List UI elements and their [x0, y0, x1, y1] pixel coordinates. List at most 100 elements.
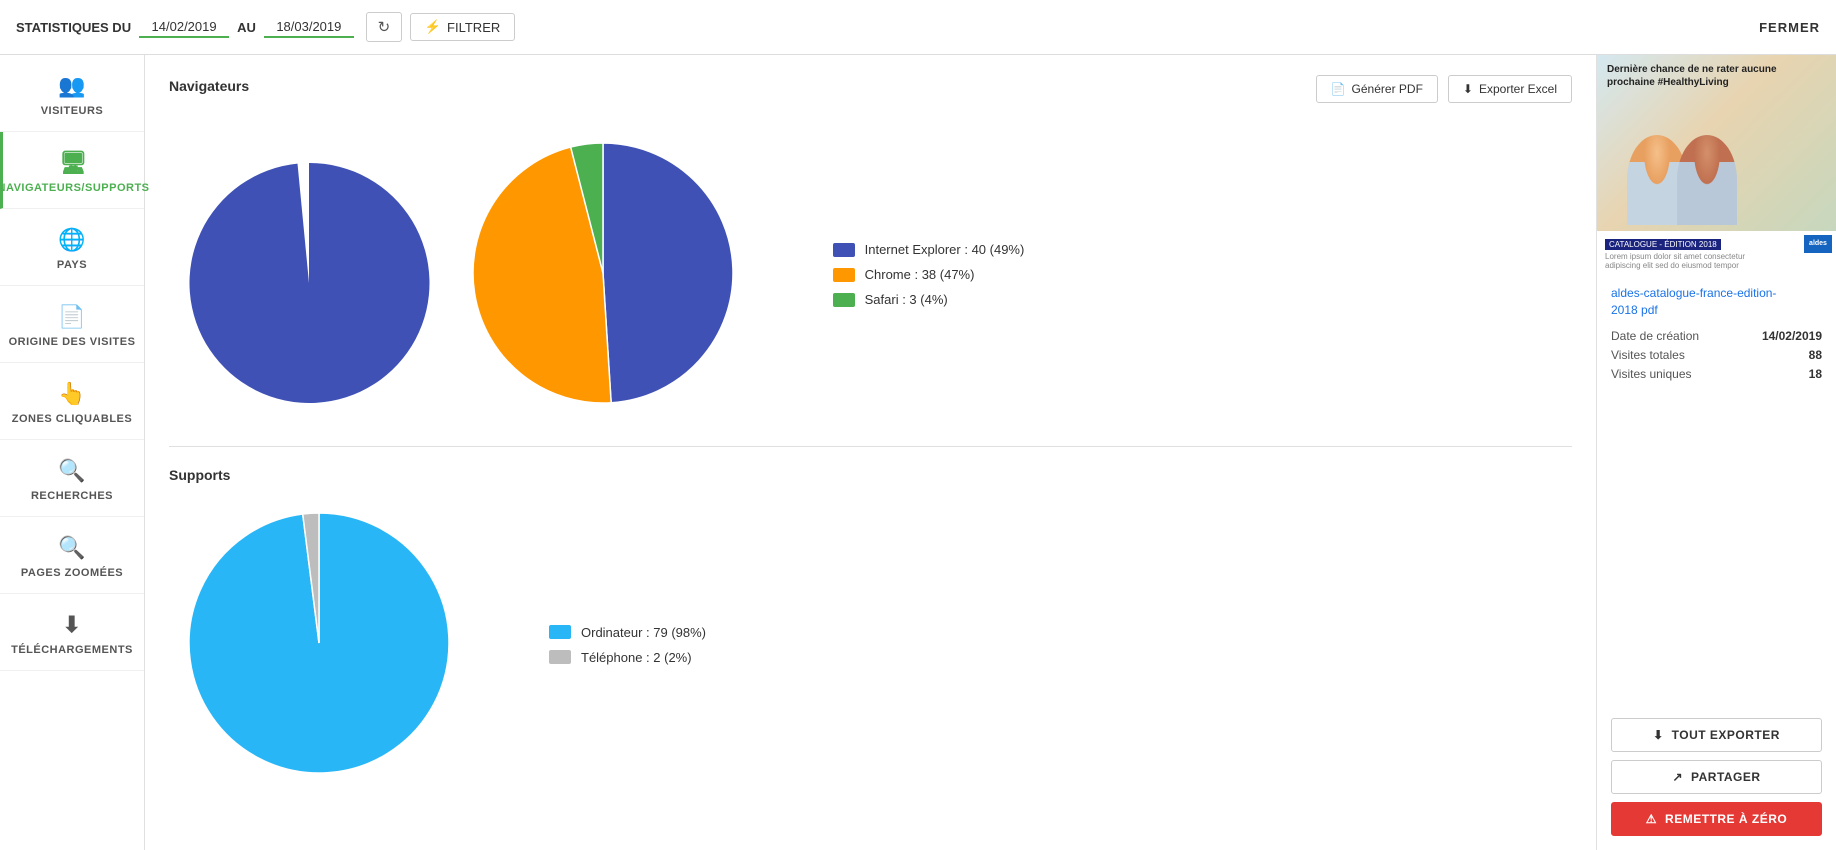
navigateurs-pie-chart — [169, 123, 753, 426]
au-label: AU — [237, 20, 256, 35]
sidebar-label-visiteurs: VISITEURS — [41, 105, 104, 117]
ie-color — [833, 243, 855, 257]
sidebar-label-navigateurs: NAVIGATEURS/SUPPORTS — [0, 182, 150, 194]
remettre-button[interactable]: ⚠ REMETTRE À ZÉRO — [1611, 802, 1822, 836]
navigateurs-chart-row: Internet Explorer : 40 (49%) Chrome : 38… — [169, 123, 1572, 426]
legend-item-chrome: Chrome : 38 (47%) — [833, 267, 1025, 282]
catalogue-badge: CATALOGUE - ÉDITION 2018 — [1605, 239, 1721, 250]
partager-label: PARTAGER — [1691, 770, 1761, 784]
tout-exporter-label: TOUT EXPORTER — [1672, 728, 1780, 742]
generer-pdf-label: Générer PDF — [1352, 82, 1423, 96]
legend-item-ordinateur: Ordinateur : 79 (98%) — [549, 625, 706, 640]
fermer-button[interactable]: FERMER — [1759, 20, 1820, 35]
supports-title: Supports — [169, 467, 230, 483]
doc-title-text: aldes-catalogue-france-edition-2018 pdf — [1611, 286, 1776, 317]
right-panel: Dernière chance de ne rater aucuneprocha… — [1596, 55, 1836, 850]
ie-label: Internet Explorer : 40 (49%) — [865, 242, 1025, 257]
partager-button[interactable]: ↗ PARTAGER — [1611, 760, 1822, 794]
navigateurs-svg — [453, 123, 753, 423]
ordinateur-color — [549, 625, 571, 639]
sidebar-item-navigateurs[interactable]: 🖥 NAVIGATEURS/SUPPORTS — [0, 132, 144, 209]
navigateurs-section: Navigateurs 📄 Générer PDF ⬇ Exporter Exc… — [169, 75, 1572, 446]
refresh-button[interactable]: ↻ — [366, 12, 402, 42]
stats-label: STATISTIQUES DU — [16, 20, 131, 35]
date-from-input[interactable] — [139, 17, 229, 38]
legend-item-safari: Safari : 3 (4%) — [833, 292, 1025, 307]
sidebar-label-zones: ZONES CLIQUABLES — [12, 413, 132, 425]
sidebar-label-telechargements: TÉLÉCHARGEMENTS — [11, 644, 133, 656]
date-to-input[interactable] — [264, 17, 354, 38]
sidebar-label-recherches: RECHERCHES — [31, 490, 113, 502]
pays-icon: 🌐 — [58, 227, 86, 253]
supports-chart-row: Ordinateur : 79 (98%) Téléphone : 2 (2%) — [169, 493, 1572, 796]
pdf-icon: 📄 — [1331, 82, 1346, 96]
sidebar-label-pays: PAYS — [57, 259, 87, 271]
sidebar-item-recherches[interactable]: 🔍 RECHERCHES — [0, 440, 144, 517]
sidebar: 👥 VISITEURS 🖥 NAVIGATEURS/SUPPORTS 🌐 PAY… — [0, 55, 145, 850]
sidebar-item-origine[interactable]: 📄 ORIGINE DES VISITES — [0, 286, 144, 363]
legend-item-telephone: Téléphone : 2 (2%) — [549, 650, 706, 665]
navigateurs-legend: Internet Explorer : 40 (49%) Chrome : 38… — [833, 242, 1025, 307]
visites-uniques-key: Visites uniques — [1611, 367, 1692, 381]
chrome-color — [833, 268, 855, 282]
visites-totales-key: Visites totales — [1611, 348, 1685, 362]
partager-icon: ↗ — [1672, 770, 1683, 784]
sidebar-item-telechargements[interactable]: ⬇ TÉLÉCHARGEMENTS — [0, 594, 144, 671]
sidebar-item-visiteurs[interactable]: 👥 VISITEURS — [0, 55, 144, 132]
sidebar-item-pays[interactable]: 🌐 PAYS — [0, 209, 144, 286]
supports-legend: Ordinateur : 79 (98%) Téléphone : 2 (2%) — [549, 625, 706, 665]
telechargements-icon: ⬇ — [63, 612, 82, 638]
excel-icon: ⬇ — [1463, 82, 1473, 96]
filter-icon: ⚡ — [425, 19, 441, 35]
telephone-label: Téléphone : 2 (2%) — [581, 650, 692, 665]
right-panel-actions: ⬇ TOUT EXPORTER ↗ PARTAGER ⚠ REMETTRE À … — [1597, 708, 1836, 850]
right-panel-body: aldes-catalogue-france-edition-2018 pdf … — [1597, 275, 1836, 708]
doc-meta-visites-uniques: Visites uniques 18 — [1611, 367, 1822, 381]
zones-icon: 👆 — [58, 381, 86, 407]
creation-key: Date de création — [1611, 329, 1699, 343]
ordinateur-label: Ordinateur : 79 (98%) — [581, 625, 706, 640]
main-content: Navigateurs 📄 Générer PDF ⬇ Exporter Exc… — [145, 55, 1596, 850]
warning-icon: ⚠ — [1646, 812, 1657, 826]
telephone-color — [549, 650, 571, 664]
exporter-excel-label: Exporter Excel — [1479, 82, 1557, 96]
safari-label: Safari : 3 (4%) — [865, 292, 948, 307]
catalogue-description: Lorem ipsum dolor sit amet consecteturad… — [1605, 252, 1828, 271]
filter-label: FILTRER — [447, 20, 500, 35]
supports-section: Supports Ordinateur : 79 (98%) Téléphone… — [169, 446, 1572, 816]
generer-pdf-button[interactable]: 📄 Générer PDF — [1316, 75, 1438, 103]
supports-pie-chart — [169, 493, 469, 796]
safari-color — [833, 293, 855, 307]
doc-meta-visites-totales: Visites totales 88 — [1611, 348, 1822, 362]
origine-icon: 📄 — [58, 304, 86, 330]
sidebar-item-zones[interactable]: 👆 ZONES CLIQUABLES — [0, 363, 144, 440]
brand-logo: aldes — [1804, 235, 1832, 253]
top-bar: STATISTIQUES DU AU ↻ ⚡ FILTRER FERMER — [0, 0, 1836, 55]
hashtag-text: Dernière chance de ne rater aucuneprocha… — [1607, 63, 1777, 89]
supports-svg — [169, 493, 469, 793]
tout-exporter-button[interactable]: ⬇ TOUT EXPORTER — [1611, 718, 1822, 752]
legend-item-ie: Internet Explorer : 40 (49%) — [833, 242, 1025, 257]
creation-value: 14/02/2019 — [1762, 329, 1822, 343]
main-layout: 👥 VISITEURS 🖥 NAVIGATEURS/SUPPORTS 🌐 PAY… — [0, 55, 1836, 850]
visiteurs-icon: 👥 — [58, 73, 86, 99]
doc-title: aldes-catalogue-france-edition-2018 pdf — [1611, 285, 1822, 319]
sidebar-label-origine: ORIGINE DES VISITES — [9, 336, 136, 348]
navigateurs-actions: 📄 Générer PDF ⬇ Exporter Excel — [1316, 75, 1572, 103]
export-icon: ⬇ — [1653, 728, 1664, 742]
pages-icon: 🔍 — [58, 535, 86, 561]
navigateurs-icon: 🖥 — [59, 150, 87, 176]
recherches-icon: 🔍 — [58, 458, 86, 484]
exporter-excel-button[interactable]: ⬇ Exporter Excel — [1448, 75, 1572, 103]
remettre-label: REMETTRE À ZÉRO — [1665, 812, 1787, 826]
sidebar-item-pages[interactable]: 🔍 PAGES ZOOMÉES — [0, 517, 144, 594]
visites-totales-value: 88 — [1809, 348, 1822, 362]
doc-meta-creation: Date de création 14/02/2019 — [1611, 329, 1822, 343]
catalogue-overlay: CATALOGUE - ÉDITION 2018 Lorem ipsum dol… — [1597, 231, 1836, 275]
visites-uniques-value: 18 — [1809, 367, 1822, 381]
filter-button[interactable]: ⚡ FILTRER — [410, 13, 515, 41]
chrome-label: Chrome : 38 (47%) — [865, 267, 975, 282]
navigateurs-title: Navigateurs — [169, 78, 249, 94]
doc-preview-image: Dernière chance de ne rater aucuneprocha… — [1597, 55, 1836, 275]
sidebar-label-pages: PAGES ZOOMÉES — [21, 567, 123, 579]
